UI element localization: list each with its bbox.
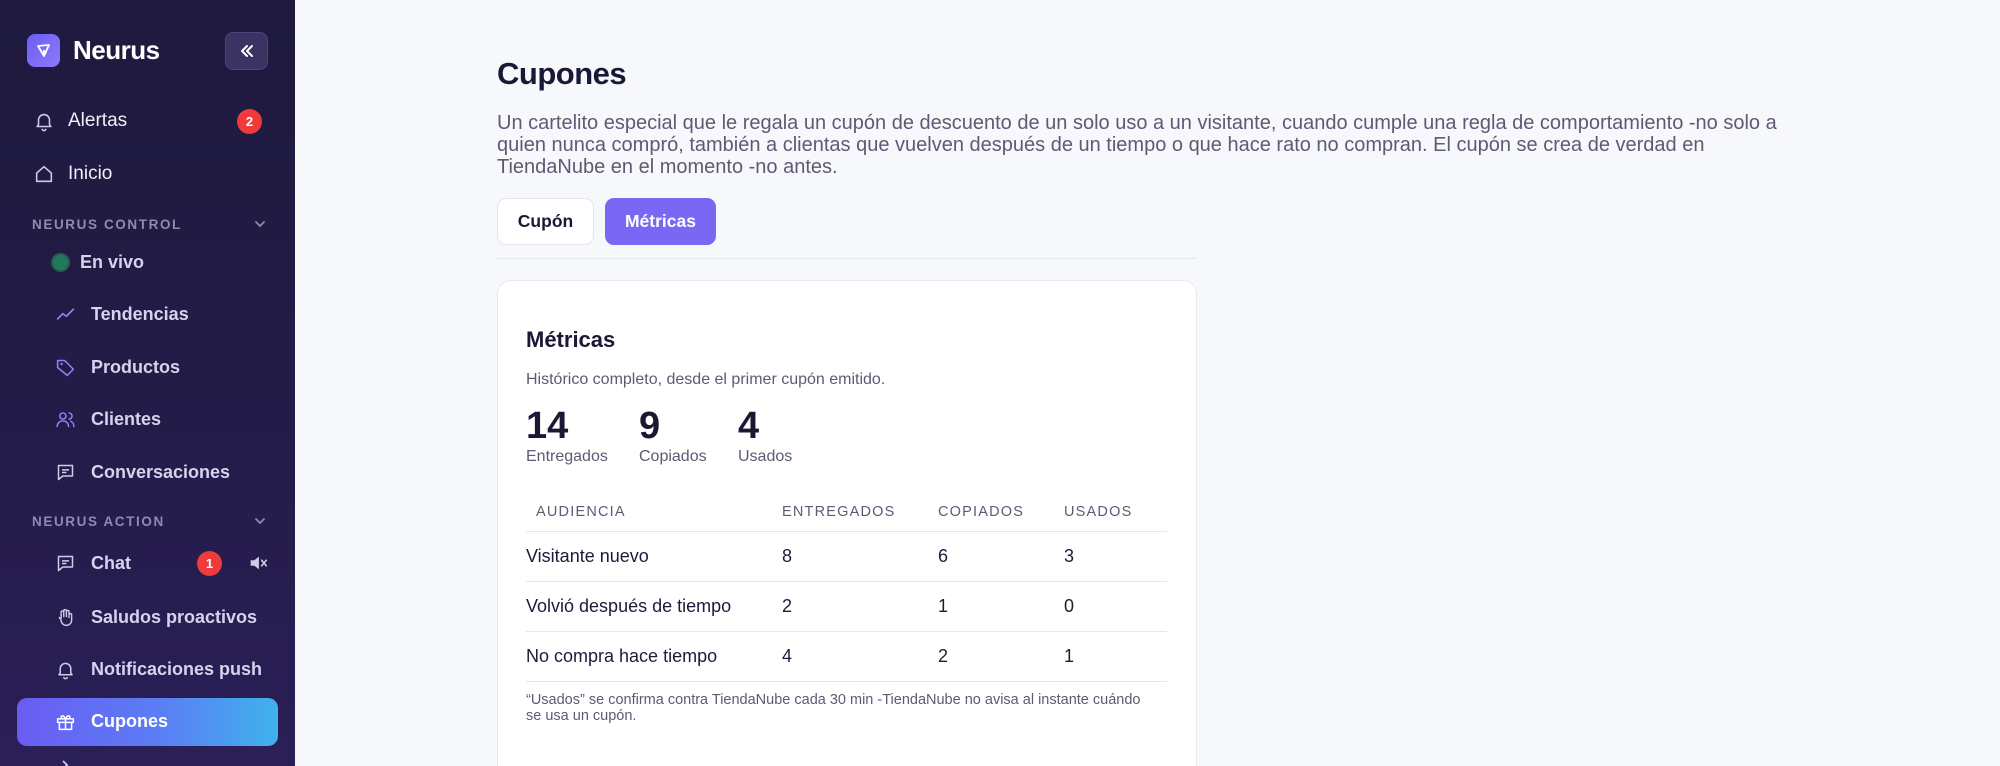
section-neurus-action[interactable]: NEURUS ACTION [32,512,267,530]
chat-count-badge: 1 [197,550,222,576]
sidebar-item-conversations[interactable]: Conversaciones [0,450,295,494]
tab-metrics[interactable]: Métricas [605,198,716,245]
sidebar-item-label: Inicio [68,163,113,184]
table-cell: 2 [782,581,938,632]
table-cell: 4 [782,631,938,682]
section-title: NEURUS ACTION [32,513,165,529]
sidebar-item-clients[interactable]: Clientes [0,397,295,441]
section-neurus-control[interactable]: NEURUS CONTROL [32,215,267,233]
stat-copied: 9 Copiados [639,405,707,466]
users-icon [56,411,75,427]
page-title: Cupones [497,56,627,91]
sidebar-item-label: En vivo [80,251,145,272]
sidebar-item-label: Cupones [91,711,169,731]
table-row: Visitante nuevo 8 6 3 [526,531,1167,582]
table-cell: 3 [1064,531,1167,582]
stat-value: 4 [738,405,760,447]
collapse-sidebar-button[interactable] [225,32,268,70]
sidebar-item-trends[interactable]: Tendencias [0,292,295,336]
hand-wave-icon [58,608,73,626]
chevron-down-icon [255,221,265,228]
sidebar-item-proactive-greetings[interactable]: Saludos proactivos [0,595,295,639]
home-icon [35,165,53,183]
chat-icon [57,464,74,480]
bell-icon [36,113,52,132]
stat-value: 9 [639,405,661,447]
sidebar-item-label: Conversaciones [91,461,231,482]
table-cell: 1 [938,581,1064,632]
sidebar-item-live[interactable]: En vivo [0,240,295,284]
stat-value: 14 [526,405,569,447]
tab-coupon[interactable]: Cupón [497,198,594,245]
trend-icon [56,307,75,320]
column-header-used: USADOS [1064,493,1167,532]
sidebar-item-label: Productos [91,356,181,377]
chat-icon [57,555,74,571]
metrics-title: Métricas [526,327,616,352]
stat-label: Usados [738,448,793,465]
stat-used: 4 Usados [738,405,792,466]
sidebar-item-label: Chat [91,552,131,573]
table-cell: Volvió después de tiempo [526,581,782,632]
stat-label: Entregados [526,448,608,465]
sidebar-item-chat[interactable]: Chat 1 [0,541,295,585]
sidebar-item-coupons[interactable]: Cupones [17,698,278,746]
table-header-row: AUDIENCIA ENTREGADOS COPIADOS USADOS [526,493,1167,532]
stat-label: Copiados [639,448,707,465]
alerts-count-badge: 2 [237,108,262,134]
section-title: NEURUS CONTROL [32,216,182,232]
brand-name: Neurus [73,35,160,65]
sidebar: Neurus Alertas 2 Inicio NEURUS CONTROL E… [0,0,295,766]
sidebar-item-alerts[interactable]: Alertas 2 [0,99,295,143]
tag-icon [56,359,75,376]
double-chevron-left-icon [240,45,253,57]
table-row: Volvió después de tiempo 2 1 0 [526,581,1167,632]
metrics-card: Métricas Histórico completo, desde el pr… [497,280,1197,766]
sidebar-item-label: Notificaciones push [91,658,263,679]
table-row: No compra hace tiempo 4 2 1 [526,631,1167,682]
chevron-down-icon [255,518,265,525]
gift-icon [56,715,75,731]
table-cell: 8 [782,531,938,582]
table-cell: No compra hace tiempo [526,631,782,682]
audience-metrics-table: AUDIENCIA ENTREGADOS COPIADOS USADOS Vis… [526,493,1167,682]
sidebar-item-push-notifications[interactable]: Notificaciones push [0,647,295,691]
table-cell: 6 [938,531,1064,582]
column-header-delivered: ENTREGADOS [782,493,938,532]
sidebar-item-home[interactable]: Inicio [0,152,295,196]
chevron-right-icon [62,760,69,766]
table-cell: 0 [1064,581,1167,632]
page-description: Un cartelito especial que le regala un c… [497,112,1777,178]
sidebar-item-label: Tendencias [91,303,189,324]
tabs-divider [497,258,1197,259]
sidebar-item-label: Saludos proactivos [91,606,258,627]
sidebar-item-label: Clientes [91,408,162,429]
main-content: Cupones Un cartelito especial que le reg… [295,0,2000,766]
metrics-footnote: “Usados” se confirma contra TiendaNube c… [526,692,1141,724]
sound-muted-icon[interactable] [247,552,269,574]
stat-delivered: 14 Entregados [526,405,608,466]
sidebar-item-label: Alertas [68,110,128,131]
brand[interactable]: Neurus [27,34,160,67]
table-cell: 1 [1064,631,1167,682]
table-cell: 2 [938,631,1064,682]
neurus-logo-icon [27,34,60,67]
bell-icon [58,662,73,679]
metrics-subtitle: Histórico completo, desde el primer cupó… [526,371,886,388]
sidebar-item-products[interactable]: Productos [0,345,295,389]
column-header-audience: AUDIENCIA [526,493,782,532]
column-header-copied: COPIADOS [938,493,1064,532]
table-cell: Visitante nuevo [526,531,782,582]
live-status-icon [53,254,68,270]
